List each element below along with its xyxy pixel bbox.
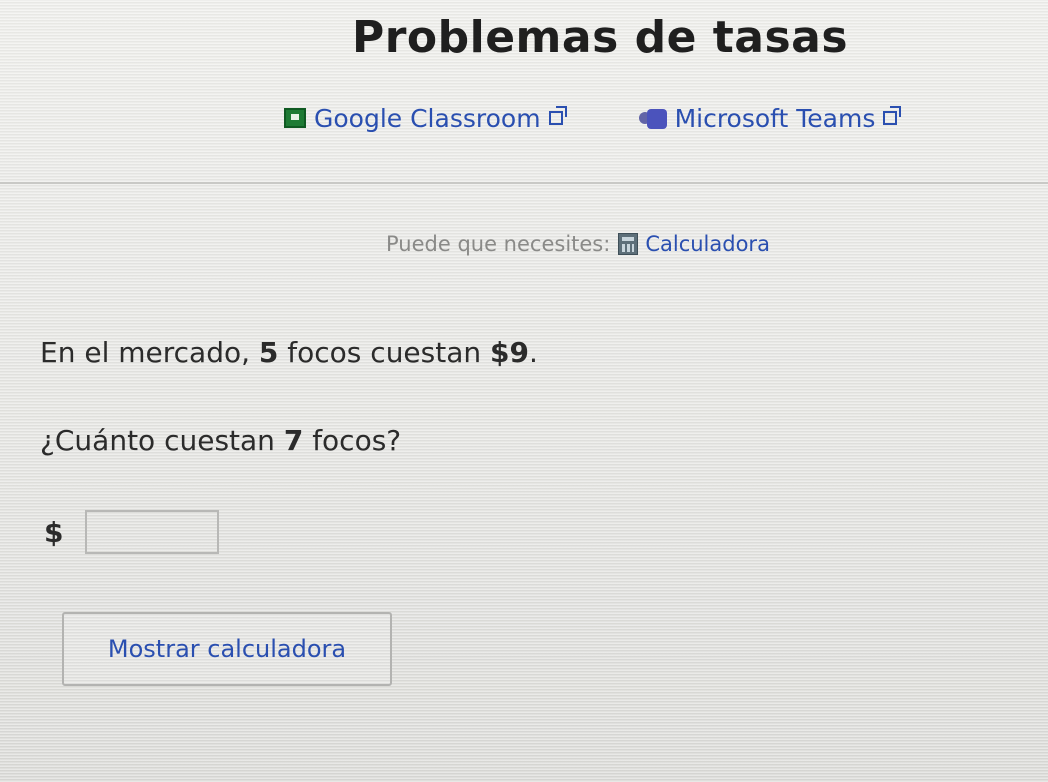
question-prefix: ¿Cuánto cuestan — [40, 424, 284, 457]
divider — [0, 182, 1048, 184]
question-suffix: focos? — [303, 424, 402, 457]
answer-input[interactable] — [85, 510, 220, 554]
share-row: Google Classroom Microsoft Teams — [284, 100, 902, 136]
prompt-middle: focos cuestan — [278, 336, 491, 369]
item-count: 5 — [258, 336, 279, 369]
question-count: 7 — [283, 424, 304, 457]
google-classroom-label: Google Classroom — [314, 103, 541, 133]
price: $9 — [490, 336, 529, 369]
problem-prompt: En el mercado, 5 focos cuestan $9. — [40, 336, 538, 369]
microsoft-teams-icon — [638, 106, 669, 130]
external-link-icon — [883, 106, 902, 125]
problem-question: ¿Cuánto cuestan 7 focos? — [40, 424, 401, 457]
prompt-suffix: . — [529, 336, 538, 369]
currency-symbol: $ — [44, 515, 64, 549]
tools-row: Puede que necesites: Calculadora — [386, 232, 770, 256]
answer-row: $ — [44, 510, 220, 554]
prompt-prefix: En el mercado, — [40, 336, 259, 369]
tools-hint-label: Puede que necesites: — [386, 232, 611, 256]
microsoft-teams-label: Microsoft Teams — [674, 103, 876, 133]
google-classroom-icon — [284, 108, 306, 128]
show-calculator-button[interactable]: Mostrar calculadora — [62, 612, 392, 686]
calculator-icon — [618, 233, 639, 255]
google-classroom-link[interactable]: Google Classroom — [284, 103, 567, 133]
microsoft-teams-link[interactable]: Microsoft Teams — [638, 103, 902, 133]
page-title: Problemas de tasas — [351, 12, 849, 63]
external-link-icon — [548, 106, 567, 125]
calculator-link[interactable]: Calculadora — [645, 232, 770, 256]
